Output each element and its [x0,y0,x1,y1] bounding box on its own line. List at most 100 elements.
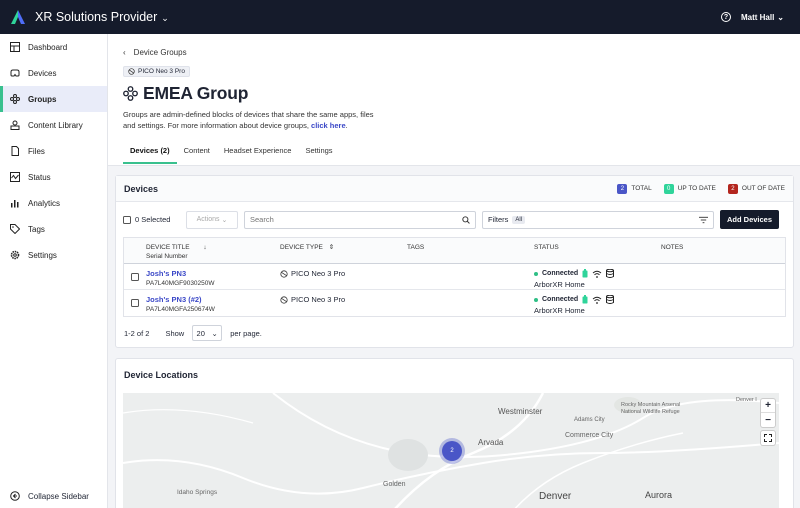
device-name-link[interactable]: Josh's PN3 (#2) [146,295,280,304]
search-box [244,210,476,229]
show-label: Show [165,328,185,338]
filter-icon[interactable] [699,216,708,224]
device-name-link[interactable]: Josh's PN3 [146,269,280,278]
actions-label: Actions [196,216,220,223]
tab-bar: Devices (2) Content Headset Experience S… [123,141,785,164]
row-checkbox[interactable] [131,299,139,307]
fullscreen-button[interactable] [761,431,775,445]
sidebar-item-dashboard[interactable]: Dashboard [0,34,107,60]
up-to-date-badge: 0 [663,183,674,194]
tab-content[interactable]: Content [177,141,217,164]
device-serial: PA7L40MGF9030250W [146,280,215,287]
description-suffix: . [345,121,348,130]
arborxr-logo-icon[interactable] [10,9,26,25]
org-name: XR Solutions Provider [35,10,158,24]
headset-icon [10,68,20,78]
chevron-down-icon: ⌄ [221,216,228,224]
chevron-down-icon: ⌄ [777,12,784,22]
selected-count: 0 Selected [135,215,171,224]
per-page-select[interactable]: 20 ⌄ [192,325,223,341]
sidebar-item-files[interactable]: Files [0,138,107,164]
tab-settings[interactable]: Settings [298,141,339,164]
tab-devices[interactable]: Devices (2) [123,141,177,164]
out-of-date-label: OUT OF DATE [741,185,785,192]
sidebar-item-status[interactable]: Status [0,164,107,190]
per-page-value: 20 [196,328,205,338]
sort-arrow-icon: ↓ [203,244,207,251]
zoom-controls: + − [761,399,775,427]
sidebar-item-label: Settings [28,250,57,260]
tab-headset-experience[interactable]: Headset Experience [217,141,299,164]
user-menu[interactable]: Matt Hall ⌄ [741,13,784,22]
page-range: 1-2 of 2 [124,328,150,338]
status-icon [10,172,20,182]
device-map[interactable]: Westminster Arvada Commerce City Adams C… [123,393,779,508]
device-status: Connected [542,296,579,303]
breadcrumb-label: Device Groups [133,48,187,57]
breadcrumb[interactable]: ‹ Device Groups [123,48,785,57]
main-content: ‹ Device Groups PICO Neo 3 Pro EMEA Grou… [108,34,800,508]
help-icon[interactable]: ? [720,12,731,22]
column-notes: NOTES [661,244,684,251]
sidebar-item-tags[interactable]: Tags [0,216,107,242]
add-devices-button[interactable]: Add Devices [720,210,779,229]
sidebar: Dashboard Devices Groups Content Library… [0,34,108,508]
map-label: Commerce City [565,432,614,439]
storage-icon [606,295,615,304]
select-all: 0 Selected [123,215,180,224]
model-tag: PICO Neo 3 Pro [123,66,190,77]
device-home: ArborXR Home [534,306,585,315]
map-label: Rocky Mountain Arsenal National Wildlife… [621,402,681,415]
sidebar-item-devices[interactable]: Devices [0,60,107,86]
sidebar-item-groups[interactable]: Groups [0,86,107,112]
column-label: DEVICE TITLE [146,244,190,251]
arrow-left-circle-icon [10,491,20,501]
total-badge: 2 [617,183,628,194]
sidebar-item-label: Content Library [28,120,83,130]
column-tags: TAGS [407,244,425,251]
search-input[interactable] [250,215,462,224]
device-cluster-marker[interactable]: 2 [442,441,462,461]
sidebar-item-analytics[interactable]: Analytics [0,190,107,216]
chevron-down-icon: ⌄ [211,328,218,338]
pico-headset-icon [280,269,288,278]
search-icon[interactable] [462,215,470,224]
sidebar-item-label: Devices [28,68,57,78]
column-device-title[interactable]: DEVICE TITLE ↓ Serial Number [146,238,280,263]
sidebar-item-label: Analytics [28,198,61,208]
map-label: Arvada [478,438,504,447]
pico-headset-icon [128,68,135,75]
help-link[interactable]: click here [311,121,346,130]
actions-button[interactable]: Actions ⌄ [186,210,238,229]
sidebar-item-label: Dashboard [28,42,68,52]
sidebar-item-label: Groups [28,94,57,104]
select-all-checkbox[interactable] [123,215,131,224]
sidebar-item-label: Status [28,172,51,182]
column-device-type[interactable]: DEVICE TYPE ⇕ [280,238,407,263]
device-status: Connected [542,270,579,277]
device-home: ArborXR Home [534,280,585,289]
filters-box[interactable]: Filters All [482,210,714,229]
column-sublabel: Serial Number [146,253,188,260]
up-to-date-label: UP TO DATE [677,185,716,192]
total-label: TOTAL [631,185,652,192]
collapse-sidebar-button[interactable]: Collapse Sidebar [0,484,107,508]
zoom-in-button[interactable]: + [761,399,775,413]
table-row[interactable]: Josh's PN3 (#2) PA7L40MGFA250674W PICO N… [124,290,785,316]
per-page-label: per page. [230,328,262,338]
fullscreen-icon [764,434,772,442]
collapse-sidebar-label: Collapse Sidebar [28,491,89,501]
pico-headset-icon [280,295,288,304]
filter-chip[interactable]: All [512,215,526,224]
sidebar-item-settings[interactable]: Settings [0,242,107,268]
zoom-out-button[interactable]: − [761,413,775,427]
row-checkbox[interactable] [131,272,139,281]
table-row[interactable]: Josh's PN3 PA7L40MGF9030250W PICO Neo 3 … [124,264,785,290]
groups-icon [123,86,138,101]
device-serial: PA7L40MGFA250674W [146,306,215,313]
content-library-icon [10,120,20,130]
status-dot [534,297,538,302]
locations-card-title: Device Locations [124,370,199,380]
sidebar-item-content-library[interactable]: Content Library [0,112,107,138]
org-switcher[interactable]: XR Solutions Provider ⌄ [35,10,169,24]
